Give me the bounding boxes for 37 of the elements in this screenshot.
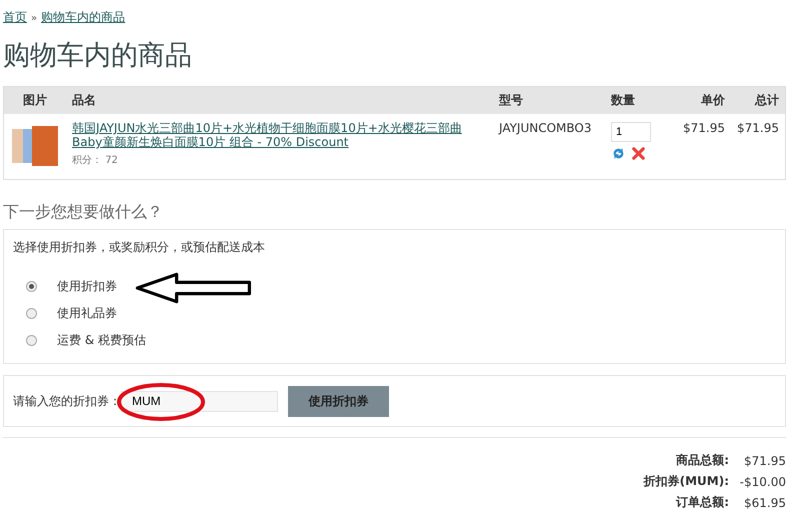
product-photo-placeholder: [12, 126, 58, 166]
breadcrumb-link[interactable]: 首页: [3, 10, 27, 24]
apply-coupon-button[interactable]: 使用折扣券: [288, 386, 389, 416]
radio-button[interactable]: [26, 308, 37, 319]
column-header: 单价: [667, 86, 731, 114]
points-value: 72: [105, 155, 118, 166]
refresh-icon[interactable]: [611, 146, 626, 161]
column-header: 数量: [605, 86, 667, 114]
page-title: 购物车内的商品: [3, 39, 193, 73]
option-label[interactable]: 使用礼品券: [57, 305, 117, 322]
column-header: 型号: [493, 86, 605, 114]
unit-price: $71.95: [683, 121, 725, 135]
quantity-field[interactable]: 1: [611, 122, 651, 142]
column-header: 品名: [66, 86, 493, 114]
total-label: 商品总额:: [676, 452, 729, 469]
product-link[interactable]: 韩国JAYJUN水光三部曲10片+水光植物干细胞面膜10片+水光樱花三部曲Baby童颜新生焕白面膜10片 组合 - 70% Discount: [72, 121, 487, 149]
line-total: $71.95: [737, 121, 779, 135]
total-label: 折扣券(MUM):: [644, 473, 729, 490]
model-number: JAYJUNCOMBO3: [499, 121, 592, 135]
section-heading: 下一步您想要做什么？: [3, 202, 164, 223]
radio-button[interactable]: [26, 335, 37, 346]
total-label: 订单总额:: [676, 494, 729, 511]
options-intro: 选择使用折扣券，或奖励积分，或预估配送成本: [13, 239, 266, 256]
column-header: 图片: [4, 86, 66, 114]
total-value: $71.95: [743, 454, 786, 468]
option-label[interactable]: 运费 & 税费预估: [57, 332, 146, 349]
radio-button[interactable]: [26, 281, 37, 292]
coupon-field[interactable]: MUM: [121, 390, 278, 412]
coupon-label: 请输入您的折扣券：: [13, 392, 121, 410]
delete-icon[interactable]: [631, 146, 646, 161]
points-label: 积分：: [72, 155, 102, 166]
column-header: 总计: [731, 86, 786, 114]
breadcrumb-link[interactable]: 购物车内的商品: [41, 10, 126, 24]
breadcrumb-separator: »: [31, 13, 38, 24]
total-value: -$10.00: [738, 474, 786, 488]
option-label[interactable]: 使用折扣券: [57, 278, 117, 295]
total-value: $61.95: [743, 496, 786, 510]
